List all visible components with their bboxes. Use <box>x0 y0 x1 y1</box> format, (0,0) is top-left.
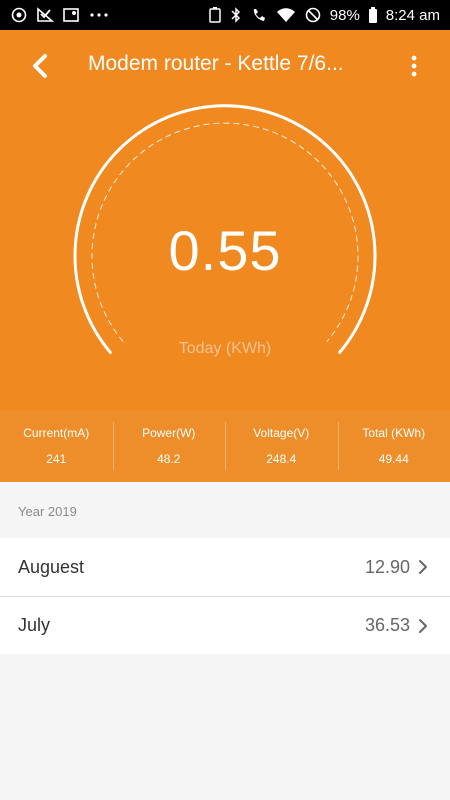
today-unit-label: Today (KWh) <box>178 340 272 357</box>
stat-label: Power(W) <box>142 426 196 440</box>
year-label: Year 2019 <box>18 504 77 519</box>
stat-power: Power(W) 48.2 <box>112 410 226 482</box>
wifi-icon <box>276 6 296 24</box>
year-section-header: Year 2019 <box>0 482 450 538</box>
status-bar: 98% 8:24 am <box>0 0 450 30</box>
header-panel: Modem router - Kettle 7/6... 0.55 Today … <box>0 30 450 410</box>
stat-total: Total (KWh) 49.44 <box>337 410 450 482</box>
back-button[interactable] <box>24 50 56 82</box>
check-icon <box>36 6 54 24</box>
stat-voltage: Voltage(V) 248.4 <box>225 410 338 482</box>
map-icon <box>62 6 80 24</box>
chevron-left-icon <box>33 54 47 78</box>
month-row-august[interactable]: Auguest 12.90 <box>0 538 450 596</box>
month-value: 36.53 <box>364 615 410 635</box>
top-bar: Modem router - Kettle 7/6... <box>0 30 450 102</box>
stats-bar: Current(mA) 241 Power(W) 48.2 Voltage(V)… <box>0 410 450 482</box>
wifi-call-icon <box>250 6 268 24</box>
stat-label: Total (KWh) <box>362 426 426 440</box>
bluetooth-icon <box>230 6 242 24</box>
stat-label: Voltage(V) <box>253 426 310 440</box>
stat-value: 48.2 <box>157 452 181 466</box>
battery-percent: 98% <box>329 6 360 24</box>
battery-icon <box>368 6 378 24</box>
month-value: 12.90 <box>364 556 410 577</box>
stat-value: 248.4 <box>266 452 297 466</box>
battery-saver-icon <box>208 6 222 24</box>
month-row-july[interactable]: July 36.53 <box>0 596 450 654</box>
sync-icon <box>10 6 28 24</box>
more-dots-icon <box>88 6 110 24</box>
month-name: Auguest <box>18 556 85 577</box>
stat-current: Current(mA) 241 <box>0 410 113 482</box>
stat-value: 241 <box>46 452 67 466</box>
month-name: July <box>18 615 51 635</box>
month-list: Auguest 12.90 July 36.53 <box>0 538 450 654</box>
clock: 8:24 am <box>385 6 440 24</box>
chevron-right-icon <box>419 618 427 633</box>
more-menu-button[interactable] <box>402 50 426 82</box>
stat-label: Current(mA) <box>23 426 90 440</box>
more-vertical-icon <box>411 55 417 77</box>
stat-value: 49.44 <box>378 452 409 466</box>
page-title: Modem router - Kettle 7/6... <box>88 52 344 75</box>
chevron-right-icon <box>419 560 427 574</box>
today-value: 0.55 <box>168 219 282 282</box>
dnd-icon <box>304 6 322 24</box>
